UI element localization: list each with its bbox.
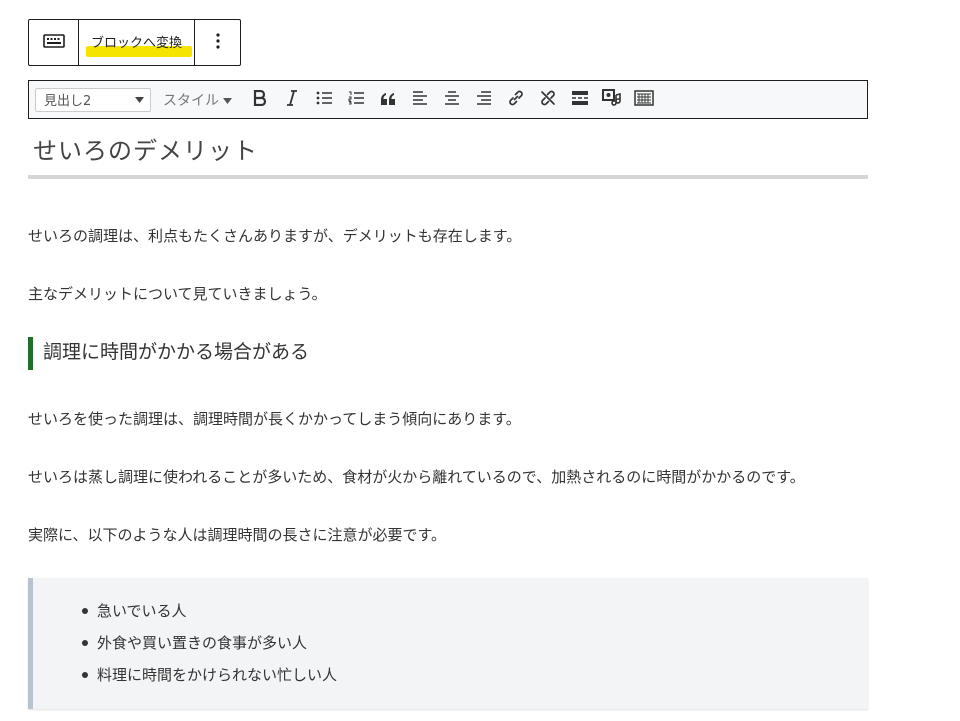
vertical-ellipsis-icon <box>215 32 220 53</box>
numbered-list-button[interactable] <box>344 88 368 112</box>
media-icon <box>602 88 622 111</box>
insert-media-button[interactable] <box>600 88 624 112</box>
paragraph-5[interactable]: 実際に、以下のような人は調理時間の長さに注意が必要です。 <box>28 524 446 545</box>
keyboard-icon <box>42 33 65 52</box>
style-select-label: スタイル <box>163 92 219 109</box>
paragraph-2[interactable]: 主なデメリットについて見ていきましょう。 <box>28 283 327 304</box>
keyboard-icon <box>634 89 654 110</box>
quote-icon <box>380 90 396 109</box>
dropdown-arrow-icon <box>135 92 144 107</box>
link-icon <box>507 89 525 111</box>
convert-to-blocks-label: ブロックへ変換 <box>90 36 182 51</box>
more-options-button[interactable] <box>195 20 240 65</box>
align-center-icon <box>445 90 459 109</box>
blockquote-button[interactable] <box>376 88 400 112</box>
align-left-icon <box>413 90 427 109</box>
italic-icon <box>286 89 298 110</box>
toolbar-toggle-button[interactable] <box>632 88 656 112</box>
dropdown-arrow-icon <box>223 92 232 108</box>
list-item[interactable]: 急いでいる人 <box>82 600 187 621</box>
paragraph-4[interactable]: せいろは蒸し調理に使われることが多いため、食材が火から離れているので、加熱される… <box>28 466 805 487</box>
align-left-button[interactable] <box>408 88 432 112</box>
remove-link-button[interactable] <box>536 88 560 112</box>
style-select[interactable]: スタイル <box>163 88 232 112</box>
editor-page: ブロックへ変換 見出し2 スタイル せいろのデメリット せいろの調理は、利点もた… <box>0 0 960 721</box>
format-toolbar: 見出し2 スタイル <box>28 80 868 119</box>
unlink-icon <box>539 89 557 111</box>
bullet-list-button[interactable] <box>312 88 336 112</box>
classic-block-button[interactable] <box>29 20 79 65</box>
paragraph-3[interactable]: せいろを使った調理は、調理時間が長くかかってしまう傾向にあります。 <box>28 408 521 429</box>
align-right-button[interactable] <box>472 88 496 112</box>
bold-icon <box>253 89 267 110</box>
italic-button[interactable] <box>280 88 304 112</box>
bullet-list-icon <box>316 90 332 109</box>
bold-button[interactable] <box>248 88 272 112</box>
align-right-icon <box>477 90 491 109</box>
block-toolbar: ブロックへ変換 <box>28 19 241 66</box>
paragraph-1[interactable]: せいろの調理は、利点もたくさんありますが、デメリットも存在します。 <box>28 225 521 246</box>
insert-link-button[interactable] <box>504 88 528 112</box>
more-tag-icon <box>572 90 588 109</box>
heading-level-select[interactable]: 見出し2 <box>35 87 151 112</box>
numbered-list-icon <box>348 90 364 109</box>
align-center-button[interactable] <box>440 88 464 112</box>
list-item[interactable]: 外食や買い置きの食事が多い人 <box>81 632 307 653</box>
convert-to-blocks-button[interactable]: ブロックへ変換 <box>79 20 195 65</box>
post-heading[interactable]: せいろのデメリット <box>28 131 868 179</box>
insert-more-button[interactable] <box>568 88 592 112</box>
heading-level-value: 見出し2 <box>44 94 92 109</box>
list-item[interactable]: 料理に時間をかけられない忙しい人 <box>81 664 337 685</box>
sub-heading[interactable]: 調理に時間がかかる場合がある <box>28 337 309 370</box>
bullet-list-box: 急いでいる人 外食や買い置きの食事が多い人 料理に時間をかけられない忙しい人 <box>28 578 868 709</box>
